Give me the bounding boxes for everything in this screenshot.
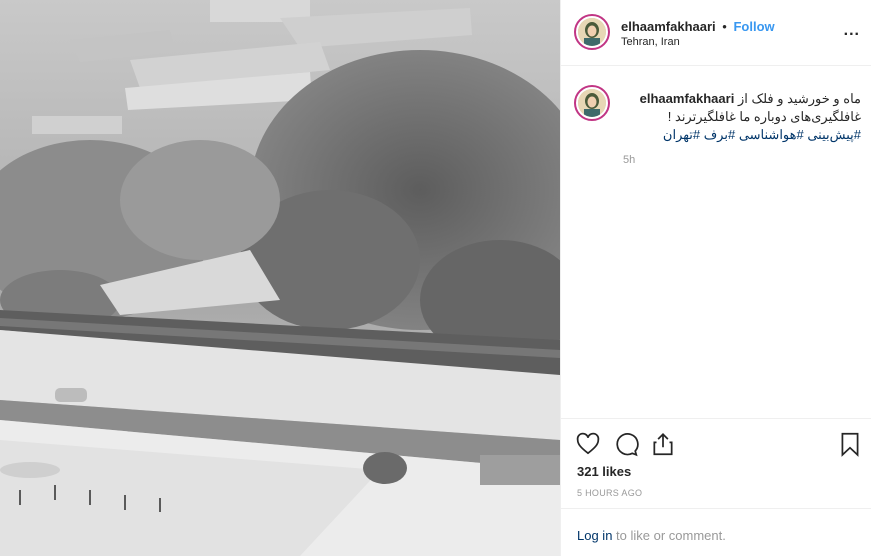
bookmark-icon[interactable] — [837, 431, 863, 457]
follow-button[interactable]: Follow — [733, 19, 774, 34]
caption-avatar[interactable] — [574, 85, 610, 121]
caption-line-2: غافلگیری‌های دوباره ما غافلگیرترند ! — [667, 109, 861, 124]
post-timestamp[interactable]: 5 HOURS AGO — [577, 488, 642, 498]
location-link[interactable]: Tehran, Iran — [621, 36, 680, 48]
caption-line-1: ماه و خورشید و فلک از — [737, 91, 861, 106]
login-prompt: Log in to like or comment. — [561, 508, 871, 556]
post-panel: elhaamfakhaari • Follow Tehran, Iran ...… — [560, 0, 871, 556]
separator-dot: • — [722, 19, 727, 34]
post-photo[interactable] — [0, 0, 560, 556]
caption-block: ماه و خورشید و فلک از elhaamfakhaari غاف… — [561, 66, 871, 418]
ellipsis-label: ... — [843, 22, 860, 39]
login-text: Log in to like or comment. — [577, 528, 726, 543]
avatar-image — [578, 89, 606, 117]
snowy-park-photo — [0, 0, 560, 556]
caption-text: ماه و خورشید و فلک از elhaamfakhaari غاف… — [621, 90, 861, 144]
login-link[interactable]: Log in — [577, 528, 612, 543]
login-rest: to like or comment. — [612, 528, 726, 543]
avatar[interactable] — [574, 14, 610, 50]
username-link[interactable]: elhaamfakhaari — [621, 19, 716, 34]
share-icon[interactable] — [650, 431, 676, 457]
post-header: elhaamfakhaari • Follow Tehran, Iran ... — [561, 0, 871, 66]
action-bar: 321 likes 5 HOURS AGO — [561, 418, 871, 508]
caption-username-link[interactable]: elhaamfakhaari — [640, 91, 735, 106]
heart-icon[interactable] — [575, 431, 601, 457]
more-options-icon[interactable]: ... — [844, 22, 860, 40]
avatar-image — [578, 18, 606, 46]
caption-time[interactable]: 5h — [623, 154, 635, 166]
header-user-line: elhaamfakhaari • Follow — [621, 19, 775, 34]
hashtag-links[interactable]: #پیش‌بینی #هواشناسی #برف #تهران — [621, 126, 861, 144]
like-count[interactable]: 321 likes — [577, 464, 631, 479]
comment-icon[interactable] — [613, 431, 639, 457]
